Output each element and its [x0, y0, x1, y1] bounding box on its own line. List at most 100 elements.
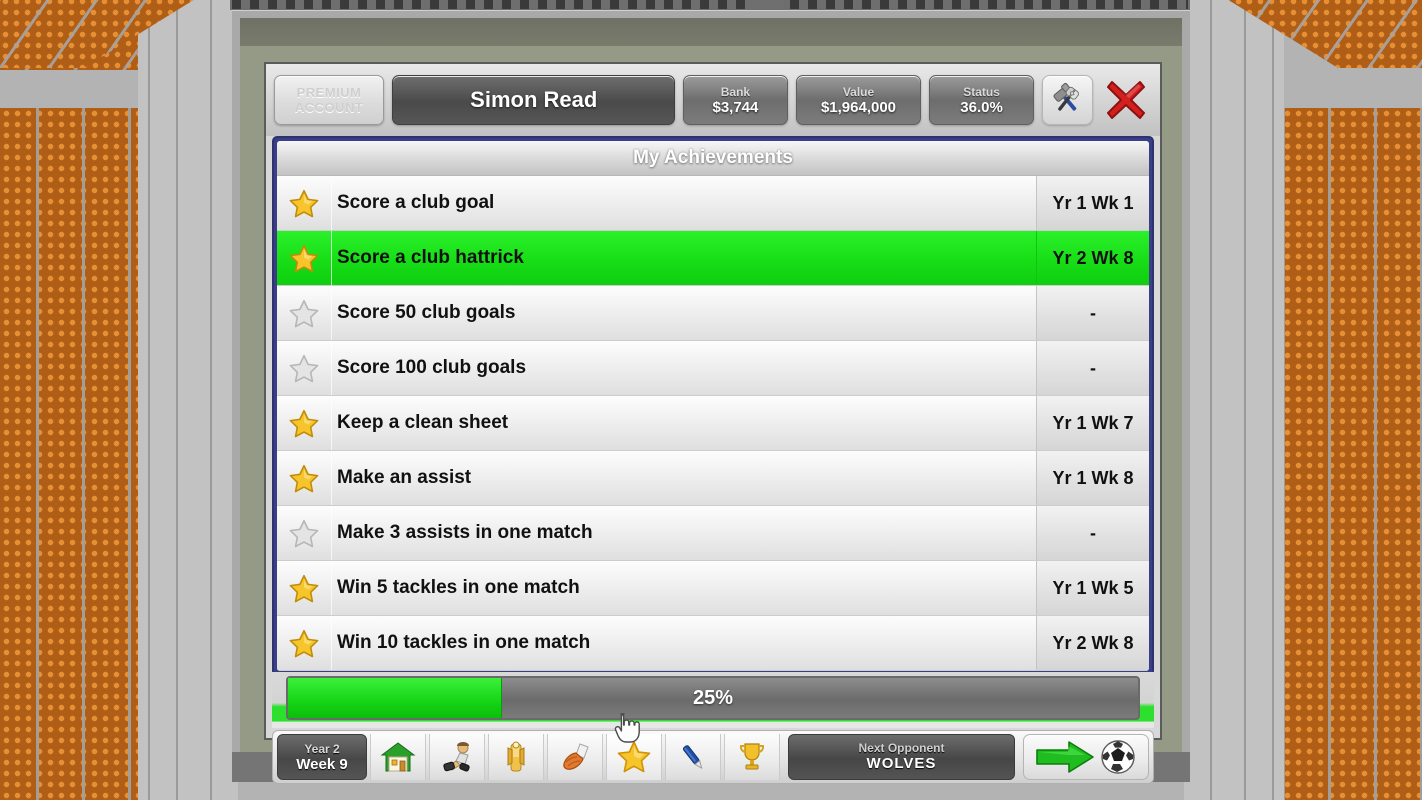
settings-tools-button[interactable] — [1041, 75, 1093, 125]
star-filled-icon — [289, 409, 319, 437]
boots-icon — [563, 743, 589, 770]
achievement-row[interactable]: Score a club hattrick Yr 2 Wk 8 — [277, 231, 1149, 286]
achievement-star-cell — [277, 616, 331, 670]
next-opponent-label: Next Opponent — [858, 741, 945, 755]
achievement-row[interactable]: Score 50 club goals - — [277, 286, 1149, 341]
achievement-star-cell — [277, 561, 331, 615]
trophy-icon — [739, 743, 765, 770]
stadium-roof-gap — [745, 0, 783, 10]
achievement-star-cell — [277, 396, 331, 450]
toolbar-item-trophies[interactable] — [724, 734, 780, 780]
achievement-date: Yr 1 Wk 7 — [1036, 396, 1149, 450]
pen-icon — [682, 745, 703, 770]
stadium-wall-left — [138, 0, 238, 800]
stadium-wall-line-right-2 — [1244, 0, 1246, 800]
star-icon — [617, 741, 651, 773]
toolbar-item-achievements[interactable] — [606, 734, 662, 780]
stadium-seats-left-2 — [0, 108, 140, 800]
achievement-name: Make 3 assists in one match — [331, 506, 1036, 560]
achievement-star-cell — [277, 341, 331, 395]
achievement-date: Yr 1 Wk 8 — [1036, 451, 1149, 505]
player-icon — [443, 742, 470, 772]
achievement-date: Yr 2 Wk 8 — [1036, 616, 1149, 670]
stat-status[interactable]: Status 36.0% — [929, 75, 1034, 125]
toolbar-item-squad[interactable] — [488, 734, 544, 780]
year-label: Year 2 — [304, 741, 340, 756]
achievement-name: Keep a clean sheet — [331, 396, 1036, 450]
bottom-toolbar: Year 2 Week 9 Next Opponent WOLVES — [272, 730, 1154, 784]
star-filled-icon — [289, 629, 319, 657]
hammer-wrench-icon — [1053, 83, 1080, 111]
achievement-date: - — [1036, 341, 1149, 395]
stadium-wall-right — [1184, 0, 1284, 800]
player-name-button[interactable]: Simon Read — [392, 75, 676, 125]
stadium-seats-right — [1282, 108, 1422, 800]
star-filled-icon — [289, 189, 319, 217]
achievement-star-cell — [277, 286, 331, 340]
achievement-row[interactable]: Score a club goal Yr 1 Wk 1 — [277, 176, 1149, 231]
stadium-wall-line-right-1 — [1272, 0, 1274, 800]
achievement-row[interactable]: Score 100 club goals - — [277, 341, 1149, 396]
achievement-date: - — [1036, 506, 1149, 560]
next-opponent-value: WOLVES — [866, 755, 937, 772]
stat-value-label: Value — [842, 84, 875, 99]
close-x-icon — [1107, 81, 1146, 119]
star-empty-icon — [289, 519, 319, 547]
achievement-star-cell — [277, 231, 331, 285]
game-window: PREMIUM ACCOUNT Simon Read Bank $3,744 V… — [264, 62, 1162, 784]
continue-button[interactable] — [1023, 734, 1149, 780]
achievement-progress-bar: 25% — [286, 676, 1140, 720]
achievement-row[interactable]: Win 10 tackles in one match Yr 2 Wk 8 — [277, 616, 1149, 671]
achievement-name: Score a club goal — [331, 176, 1036, 230]
achievement-row[interactable]: Make an assist Yr 1 Wk 8 — [277, 451, 1149, 506]
stat-value[interactable]: Value $1,964,000 — [795, 75, 922, 125]
panel-title: My Achievements — [277, 141, 1149, 176]
star-empty-icon — [289, 354, 319, 382]
stat-bank-label: Bank — [720, 84, 751, 99]
achievements-panel: My Achievements Score a club goal Yr 1 Wk… — [272, 136, 1154, 676]
stadium-wall-line-right-3 — [1210, 0, 1212, 800]
achievement-row[interactable]: Keep a clean sheet Yr 1 Wk 7 — [277, 396, 1149, 451]
stat-status-value: 36.0% — [960, 98, 1003, 116]
stadium-frame-band — [240, 18, 1182, 46]
stat-bank[interactable]: Bank $3,744 — [683, 75, 788, 125]
star-filled-icon — [289, 574, 319, 602]
star-empty-icon — [289, 299, 319, 327]
calendar-week-display[interactable]: Year 2 Week 9 — [277, 734, 367, 780]
achievement-star-cell — [277, 506, 331, 560]
star-filled-icon — [289, 464, 319, 492]
achievement-name: Score 100 club goals — [331, 341, 1036, 395]
achievement-star-cell — [277, 451, 331, 505]
stadium-roof-floodlights — [232, 0, 1188, 9]
toolbar-item-player[interactable] — [429, 734, 485, 780]
player-name-label: Simon Read — [470, 87, 598, 112]
green-arrow-icon — [1036, 741, 1094, 773]
achievement-date: Yr 1 Wk 5 — [1036, 561, 1149, 615]
toolbar-item-boots[interactable] — [547, 734, 603, 780]
achievement-name: Win 5 tackles in one match — [331, 561, 1036, 615]
achievement-date: - — [1036, 286, 1149, 340]
close-window-button[interactable] — [1101, 75, 1152, 125]
home-icon — [380, 742, 416, 772]
premium-account-button[interactable]: PREMIUM ACCOUNT — [274, 75, 385, 125]
stadium-wall-line-left-1 — [148, 0, 150, 800]
achievement-row[interactable]: Make 3 assists in one match - — [277, 506, 1149, 561]
progress-area: 25% — [272, 672, 1154, 728]
achievement-name: Score a club hattrick — [331, 231, 1036, 285]
stadium-wall-line-left-3 — [210, 0, 212, 800]
toolbar-item-contract[interactable] — [665, 734, 721, 780]
premium-label-line2: ACCOUNT — [294, 100, 364, 115]
achievement-star-cell — [277, 176, 331, 230]
toolbar-item-home[interactable] — [370, 734, 426, 780]
achievement-name: Make an assist — [331, 451, 1036, 505]
squad-icon — [507, 741, 525, 772]
next-opponent-button[interactable]: Next Opponent WOLVES — [788, 734, 1015, 780]
achievement-date: Yr 2 Wk 8 — [1036, 231, 1149, 285]
achievement-date: Yr 1 Wk 1 — [1036, 176, 1149, 230]
achievement-row[interactable]: Win 5 tackles in one match Yr 1 Wk 5 — [277, 561, 1149, 616]
stadium-wall-line-left-2 — [176, 0, 178, 800]
achievement-name: Score 50 club goals — [331, 286, 1036, 340]
stat-value-value: $1,964,000 — [820, 98, 897, 116]
header-bar: PREMIUM ACCOUNT Simon Read Bank $3,744 V… — [266, 64, 1160, 136]
progress-label: 25% — [692, 686, 734, 709]
